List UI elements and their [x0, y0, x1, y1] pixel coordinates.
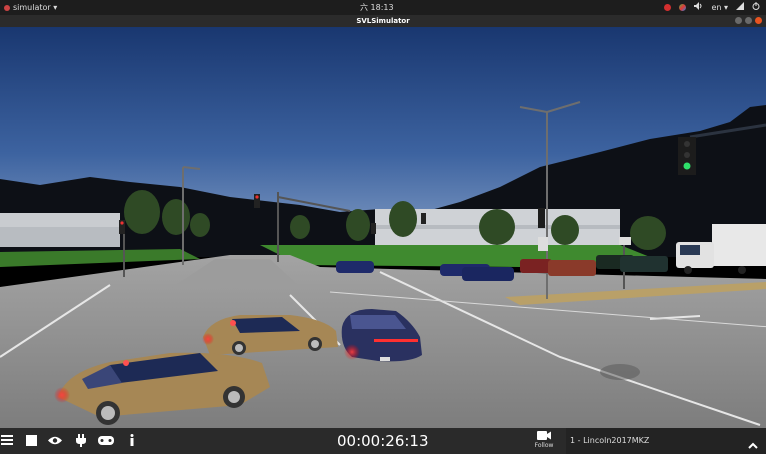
stop-icon[interactable] — [24, 433, 38, 447]
gamepad-icon[interactable] — [98, 433, 114, 447]
chrome-icon[interactable] — [679, 4, 687, 11]
system-clock[interactable]: 六 18:13 — [360, 0, 394, 15]
window-controls — [735, 17, 762, 24]
window-title: SVLSimulator — [356, 17, 410, 25]
chevron-up-icon[interactable] — [748, 434, 758, 453]
eye-icon[interactable] — [48, 433, 62, 447]
app-menu-label: simulator ▾ — [13, 3, 58, 12]
app-menu[interactable]: simulator ▾ — [4, 0, 57, 15]
network-icon[interactable] — [736, 0, 744, 15]
power-icon[interactable] — [752, 0, 760, 15]
simulator-toolbar: 00:00:26:13 Follow 1 - Lincoln2017MKZ — [0, 428, 766, 454]
follow-camera-button[interactable]: Follow — [532, 431, 556, 449]
os-top-bar: simulator ▾ 六 18:13 en ▾ — [0, 0, 766, 15]
window-titlebar[interactable]: SVLSimulator — [0, 15, 766, 27]
maximize-button[interactable] — [745, 17, 752, 24]
minimize-button[interactable] — [735, 17, 742, 24]
camera-icon — [532, 431, 556, 442]
vehicle-name: 1 - Lincoln2017MKZ — [570, 436, 650, 445]
plug-icon[interactable] — [74, 433, 88, 447]
app-icon — [4, 4, 10, 11]
red-app-icon[interactable] — [664, 4, 672, 11]
simulation-timer: 00:00:26:13 — [337, 432, 429, 450]
close-button[interactable] — [755, 17, 762, 24]
follow-label: Follow — [534, 442, 554, 449]
scene-render — [0, 27, 766, 428]
gold-sedan-middle — [202, 315, 338, 355]
system-tray: en ▾ — [664, 0, 760, 15]
info-icon[interactable] — [125, 433, 139, 447]
language-selector[interactable]: en ▾ — [711, 0, 728, 15]
menu-icon[interactable] — [0, 433, 14, 447]
sound-icon[interactable] — [694, 0, 703, 15]
simulation-viewport[interactable] — [0, 27, 766, 428]
vehicle-selector[interactable]: 1 - Lincoln2017MKZ — [566, 428, 766, 454]
